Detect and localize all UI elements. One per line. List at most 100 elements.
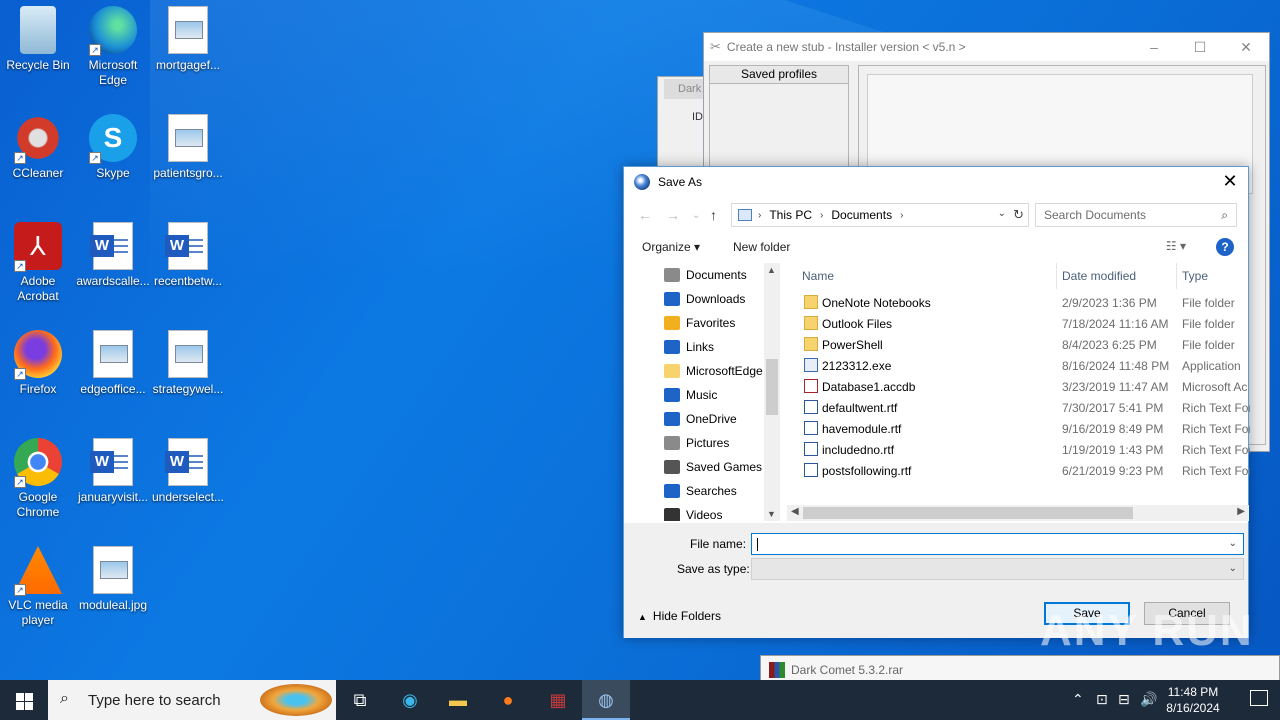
desktop-icon-edgeoffice-file[interactable]: edgeoffice... [75, 330, 151, 397]
desktop-icon-recycle-bin[interactable]: Recycle Bin [0, 6, 76, 73]
notifications-icon[interactable] [1250, 690, 1268, 706]
minimize-button[interactable]: – [1131, 33, 1177, 61]
hide-folders-button[interactable]: ▲ Hide Folders [638, 609, 721, 623]
volume-icon[interactable]: 🔊 [1140, 691, 1157, 708]
tree-item-favorites[interactable]: Favorites [624, 311, 780, 335]
desktop-icon-mortgagef-file[interactable]: mortgagef... [150, 6, 226, 73]
desktop-icon-patientsgro-file[interactable]: patientsgro... [150, 114, 226, 181]
breadcrumb-this-pc[interactable]: This PC [769, 208, 812, 222]
scroll-right-icon[interactable]: ▶ [1237, 506, 1245, 517]
dialog-titlebar: Save As ✕ [624, 167, 1248, 197]
file-row[interactable]: Outlook Files 7/18/2024 11:16 AM File fold… [794, 313, 1250, 334]
breadcrumb-documents[interactable]: Documents [831, 208, 892, 222]
task-view-icon[interactable]: ⧉ [336, 680, 384, 720]
firefox-taskbar-icon[interactable]: ● [484, 680, 532, 720]
close-icon[interactable]: ✕ [1220, 171, 1240, 191]
file-explorer-icon[interactable]: ▬ [434, 680, 482, 720]
column-date-modified[interactable]: Date modified [1062, 269, 1136, 283]
tree-item-searches[interactable]: Searches [624, 479, 780, 503]
desktop-icon-microsoft-edge[interactable]: ↗ Microsoft Edge [75, 6, 151, 88]
chevron-down-icon[interactable]: ⌄ [1229, 563, 1237, 574]
chevron-down-icon[interactable]: ⌄ [1229, 538, 1237, 549]
close-button[interactable]: ✕ [1223, 33, 1269, 61]
maximize-button[interactable]: ☐ [1177, 33, 1223, 61]
file-row[interactable]: 2123312.exe 8/16/2024 11:48 PM Application [794, 355, 1250, 376]
recycle-icon [20, 6, 56, 54]
tree-item-videos[interactable]: Videos [624, 503, 780, 521]
file-row[interactable]: OneNote Notebooks 2/9/2023 1:36 PM File fo… [794, 292, 1250, 313]
new-folder-button[interactable]: New folder [733, 240, 790, 254]
tree-item-documents[interactable]: Documents [624, 263, 780, 287]
file-name-label: File name: [690, 537, 747, 551]
chevron-down-icon[interactable]: ⌄ [998, 208, 1006, 219]
downloads-icon [664, 292, 680, 306]
column-type[interactable]: Type [1182, 269, 1208, 283]
device-icon[interactable]: ⊡ [1096, 691, 1108, 708]
file-row[interactable]: defaultwent.rtf 7/30/2017 5:41 PM Rich Tex… [794, 397, 1250, 418]
file-type: File folder [1182, 317, 1235, 331]
file-type: File folder [1182, 296, 1235, 310]
background-tab[interactable]: Dark [664, 79, 704, 99]
stub-app-taskbar-icon[interactable]: ◍ [582, 680, 630, 720]
forward-arrow-icon[interactable]: → [666, 207, 680, 223]
winrar-taskbar-icon[interactable]: ▦ [534, 680, 582, 720]
column-name[interactable]: Name [802, 269, 834, 283]
up-arrow-icon[interactable]: ↑ [710, 207, 717, 223]
recent-locations-icon[interactable]: ⌄ [692, 210, 700, 221]
desktop-icon-google-chrome[interactable]: ↗ Google Chrome [0, 438, 76, 520]
shortcut-arrow-icon: ↗ [14, 476, 26, 488]
file-name-input[interactable]: ⌄ [751, 533, 1244, 555]
scroll-thumb[interactable] [766, 359, 778, 415]
help-icon[interactable]: ? [1216, 238, 1234, 256]
file-type: Rich Text For [1182, 401, 1250, 415]
tree-item-downloads[interactable]: Downloads [624, 287, 780, 311]
desktop-icon-vlc-media-player[interactable]: ↗ VLC media player [0, 546, 76, 628]
horizontal-scroll-thumb[interactable] [803, 507, 1133, 519]
file-name: includedno.rtf [822, 443, 895, 457]
scroll-down-icon[interactable]: ▼ [767, 509, 776, 519]
tree-item-onedrive[interactable]: OneDrive [624, 407, 780, 431]
back-arrow-icon[interactable]: ← [638, 207, 652, 223]
desktop-icon-januaryvisit-file[interactable]: Wjanuaryvisit... [75, 438, 151, 505]
view-options-icon[interactable]: ☷ ▾ [1166, 239, 1186, 253]
file-row[interactable]: Database1.accdb 3/23/2019 11:47 AM Microso… [794, 376, 1250, 397]
edge-taskbar-icon[interactable]: ◉ [386, 680, 434, 720]
file-row[interactable]: includedno.rtf 1/19/2019 1:43 PM Rich Text… [794, 439, 1250, 460]
navigation-scrollbar[interactable]: ▲ ▼ [764, 263, 780, 521]
this-pc-icon [738, 209, 752, 221]
desktop-icon-moduleal-file[interactable]: moduleal.jpg [75, 546, 151, 613]
scroll-up-icon[interactable]: ▲ [767, 265, 776, 275]
horizontal-scrollbar[interactable]: ◀ ▶ [787, 505, 1249, 521]
scroll-left-icon[interactable]: ◀ [791, 506, 799, 517]
tree-item-music[interactable]: Music [624, 383, 780, 407]
desktop-icon-adobe-acrobat[interactable]: ⅄ ↗ Adobe Acrobat [0, 222, 76, 304]
show-hidden-icons-icon[interactable]: ⌃ [1072, 691, 1084, 708]
start-button[interactable] [0, 680, 48, 720]
file-row[interactable]: havemodule.rtf 9/16/2019 8:49 PM Rich Text… [794, 418, 1250, 439]
file-row[interactable]: postsfollowing.rtf 6/21/2019 9:23 PM Rich … [794, 460, 1250, 481]
organize-button[interactable]: Organize ▾ [642, 240, 700, 254]
desktop-icon-underselect-file[interactable]: Wunderselect... [150, 438, 226, 505]
clock[interactable]: 11:48 PM 8/16/2024 [1158, 684, 1228, 716]
file-row[interactable]: PowerShell 8/4/2023 6:25 PM File folder [794, 334, 1250, 355]
network-icon[interactable]: ⊟ [1118, 691, 1130, 708]
search-input[interactable]: Search Documents ⌕ [1035, 203, 1237, 227]
taskbar-search[interactable]: ⌕ Type here to search [48, 680, 336, 720]
folder-icon [804, 316, 818, 330]
tree-item-links[interactable]: Links [624, 335, 780, 359]
desktop-icon-firefox[interactable]: ↗ Firefox [0, 330, 76, 397]
save-as-type-select[interactable]: ⌄ [751, 558, 1244, 580]
desktop-icon-awardscalle-file[interactable]: Wawardscalle... [75, 222, 151, 289]
saved-profiles-header[interactable]: Saved profiles [710, 66, 848, 84]
tree-item-pictures[interactable]: Pictures [624, 431, 780, 455]
desktop-icon-strategywel-file[interactable]: strategywel... [150, 330, 226, 397]
refresh-icon[interactable]: ↻ [1013, 207, 1024, 223]
shortcut-arrow-icon: ↗ [14, 152, 26, 164]
address-bar[interactable]: › This PC › Documents › ⌄ ↻ [731, 203, 1029, 227]
tree-item-saved-games[interactable]: Saved Games [624, 455, 780, 479]
clock-time: 11:48 PM [1167, 685, 1219, 699]
tree-item-microsoftedge[interactable]: MicrosoftEdge [624, 359, 780, 383]
desktop-icon-recentbetw-file[interactable]: Wrecentbetw... [150, 222, 226, 289]
desktop-icon-ccleaner[interactable]: ↗ CCleaner [0, 114, 76, 181]
desktop-icon-skype[interactable]: S ↗ Skype [75, 114, 151, 181]
